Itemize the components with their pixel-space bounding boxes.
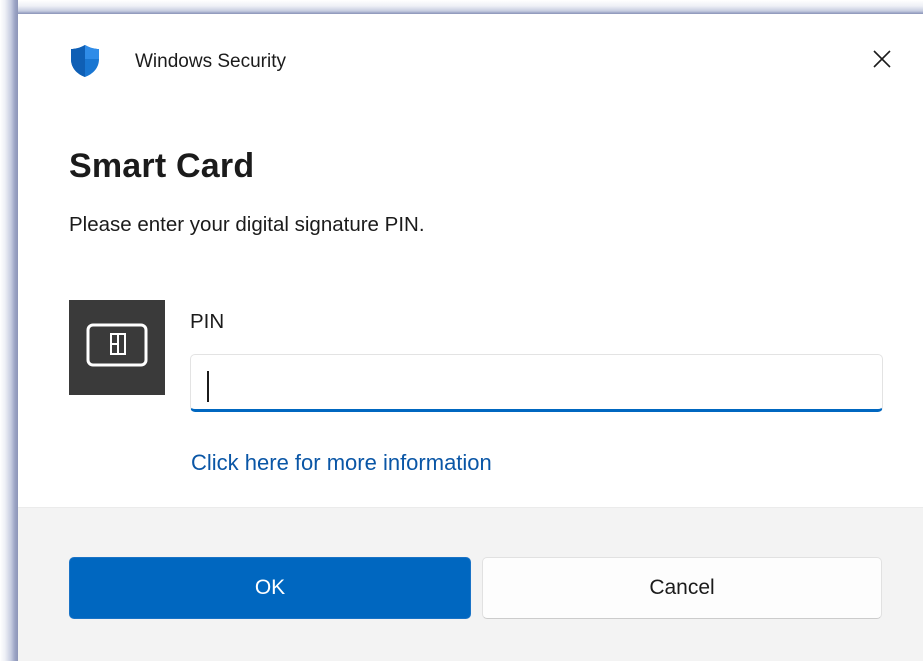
screen: Windows Security Smart Card Please enter… — [0, 0, 923, 661]
cancel-button[interactable]: Cancel — [482, 557, 882, 619]
more-info-link[interactable]: Click here for more information — [191, 450, 492, 476]
dialog-description: Please enter your digital signature PIN. — [69, 213, 425, 236]
window-frame-left — [0, 0, 18, 661]
smart-card-icon — [84, 319, 150, 376]
text-cursor — [207, 371, 209, 402]
smart-card-tile — [69, 300, 165, 395]
window-title: Windows Security — [135, 51, 286, 72]
close-icon — [872, 49, 892, 74]
ok-button[interactable]: OK — [69, 557, 471, 619]
close-button[interactable] — [855, 38, 909, 84]
window-frame-top — [0, 0, 923, 14]
pin-input[interactable] — [190, 354, 883, 412]
smart-card-dialog: Windows Security Smart Card Please enter… — [18, 14, 923, 661]
shield-icon — [69, 44, 101, 78]
dialog-heading: Smart Card — [69, 147, 255, 185]
pin-label: PIN — [190, 310, 225, 333]
